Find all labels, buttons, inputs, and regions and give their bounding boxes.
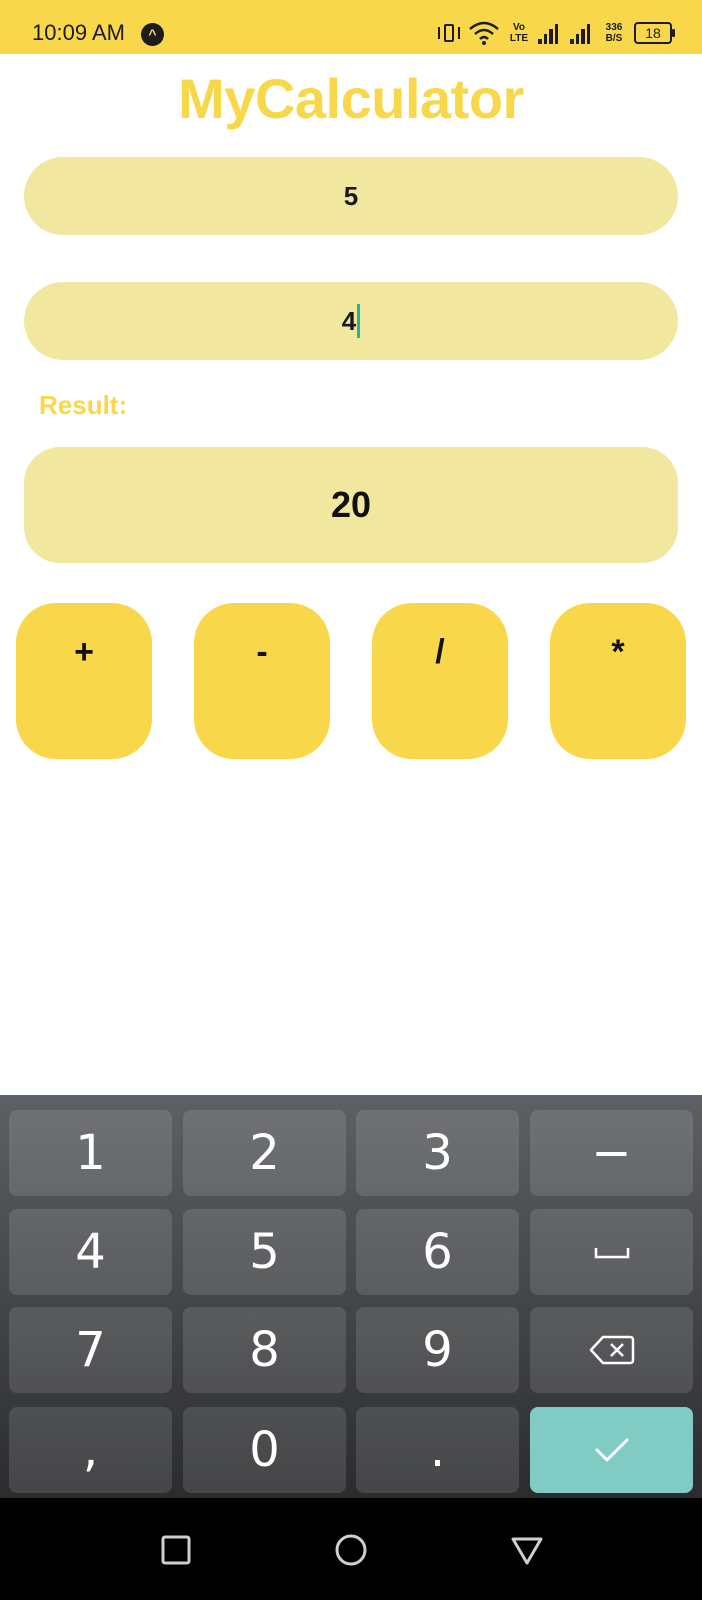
backspace-icon [589,1335,634,1365]
multiply-button[interactable]: * [550,603,686,759]
key-0[interactable]: 0 [183,1407,346,1493]
key-6[interactable]: 6 [356,1209,519,1295]
net-speed-indicator: 336 B/S [602,22,626,44]
app-title: MyCalculator [178,67,524,130]
home-button[interactable] [333,1532,369,1568]
first-number-value: 5 [343,180,359,211]
app-notification-icon: ^ [141,23,164,46]
numeric-keyboard: 1 2 3 − 4 5 6 7 8 9 , 0 . [0,1095,702,1498]
battery-icon: 18 [634,22,675,44]
key-8-label: 8 [249,1322,280,1378]
navigation-bar [0,1498,702,1600]
second-number-input[interactable]: 4 [24,282,678,360]
key-5[interactable]: 5 [183,1209,346,1295]
signal-icon [570,22,594,44]
net-speed-value: 336 [605,22,623,33]
home-circle-icon [335,1534,367,1566]
status-bar: 10:09 AM ^ Vo LTE 336 B/S 18 [0,0,702,54]
add-button[interactable]: + [16,603,152,759]
space-icon [594,1248,629,1259]
back-button[interactable] [509,1532,545,1568]
key-3-label: 3 [422,1125,453,1181]
first-number-input[interactable]: 5 [24,157,678,235]
key-4[interactable]: 4 [9,1209,172,1295]
status-time: 10:09 AM [32,20,125,45]
volte-top: Vo [512,22,526,33]
key-period-label: . [429,1422,446,1478]
add-button-label: + [74,633,94,671]
key-comma-label: , [82,1422,99,1478]
result-value: 20 [330,484,372,525]
key-3[interactable]: 3 [356,1110,519,1196]
text-cursor [357,304,361,338]
net-speed-unit: B/S [605,33,623,44]
key-done[interactable] [530,1407,693,1493]
key-comma[interactable]: , [9,1407,172,1493]
key-2[interactable]: 2 [183,1110,346,1196]
key-minus[interactable]: − [530,1110,693,1196]
result-label: Result: [39,390,128,420]
key-7[interactable]: 7 [9,1307,172,1393]
checkmark-icon [595,1438,628,1462]
key-6-label: 6 [422,1224,453,1280]
key-4-label: 4 [75,1224,106,1280]
key-minus-label: − [591,1125,632,1181]
back-triangle-icon [511,1537,543,1565]
volte-bottom: LTE [509,33,529,44]
key-period[interactable]: . [356,1407,519,1493]
recents-button[interactable] [158,1532,194,1568]
status-icons: Vo LTE 336 B/S 18 [436,18,675,48]
subtract-button[interactable]: - [194,603,330,759]
second-number-value: 4 [341,305,357,336]
divide-button-label: / [435,633,445,671]
battery-level: 18 [645,25,661,41]
multiply-button-label: * [611,633,625,671]
recents-square-icon [161,1535,191,1565]
divide-button[interactable]: / [372,603,508,759]
key-backspace[interactable] [530,1307,693,1393]
subtract-button-label: - [256,633,268,671]
signal-icon [538,22,562,44]
key-9[interactable]: 9 [356,1307,519,1393]
key-8[interactable]: 8 [183,1307,346,1393]
key-space[interactable] [530,1209,693,1295]
volte-icon: Vo LTE [508,22,530,44]
key-5-label: 5 [249,1224,280,1280]
key-1[interactable]: 1 [9,1110,172,1196]
wifi-icon [468,20,500,46]
key-0-label: 0 [249,1422,280,1478]
key-7-label: 7 [75,1322,106,1378]
key-1-label: 1 [75,1125,106,1181]
result-display: 20 [24,447,678,563]
key-2-label: 2 [249,1125,280,1181]
key-9-label: 9 [422,1322,453,1378]
vibrate-icon [436,21,460,45]
